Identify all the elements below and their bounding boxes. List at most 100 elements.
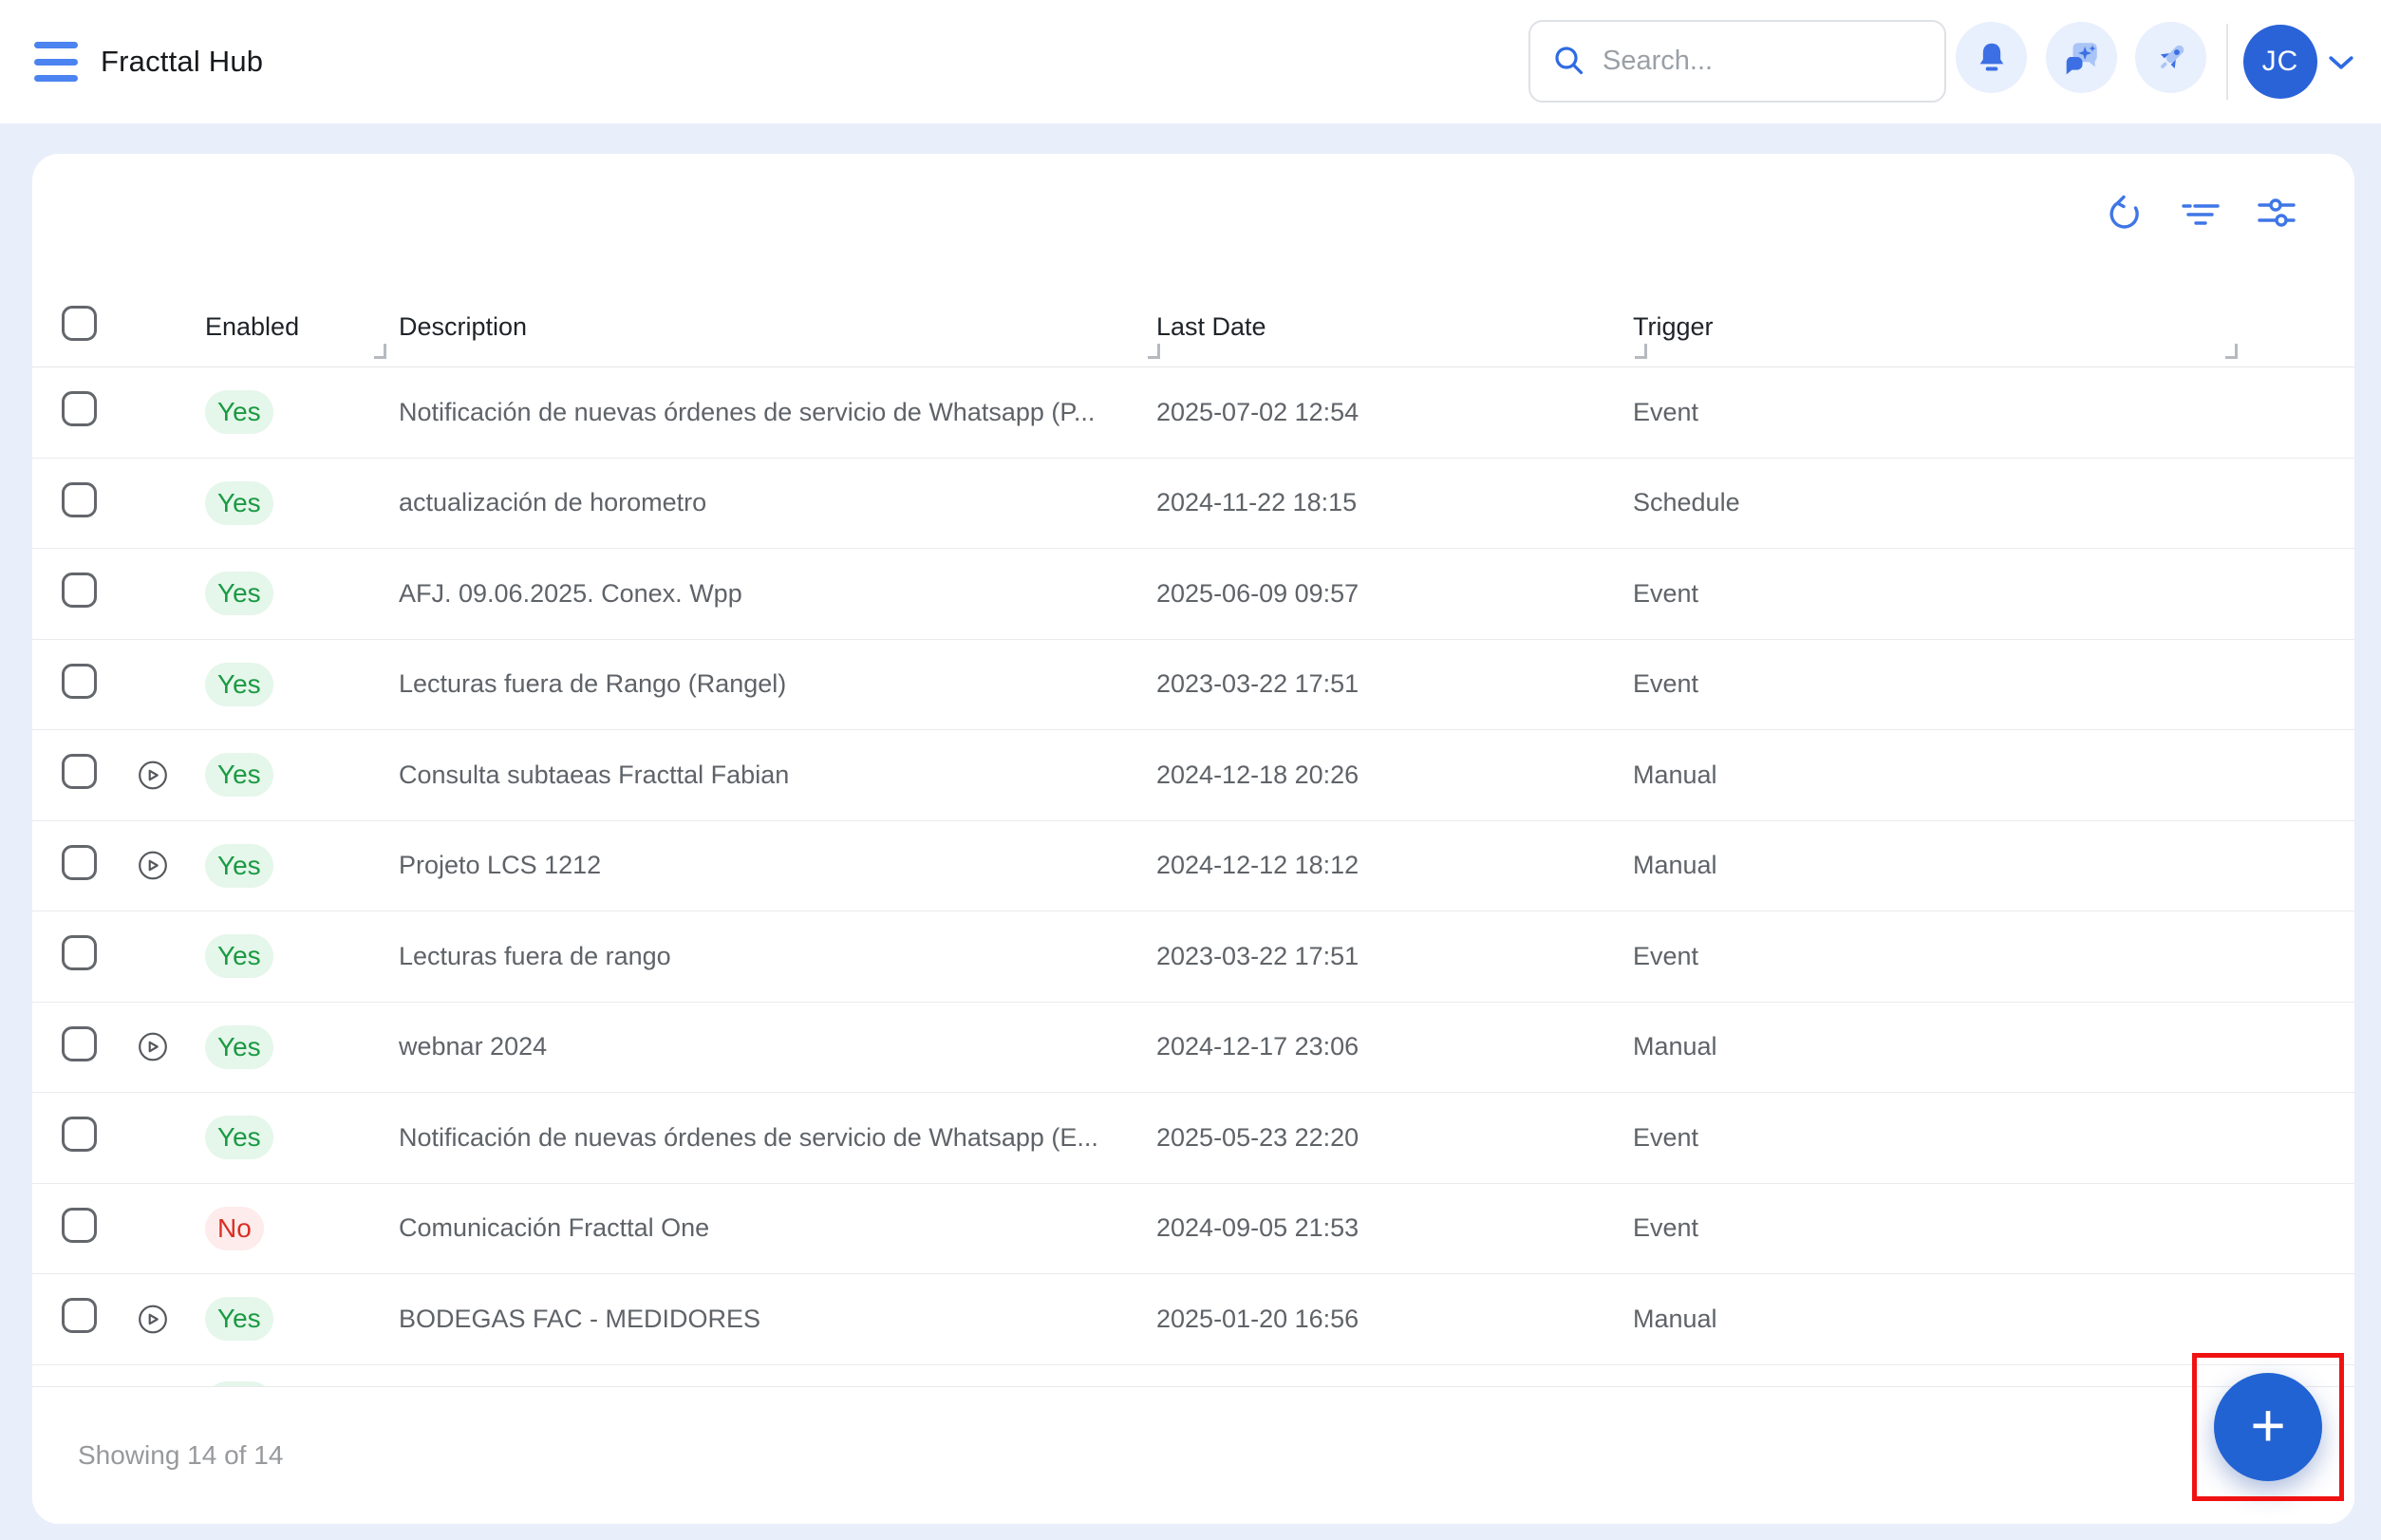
enabled-badge: Yes — [205, 1297, 273, 1342]
last-date-cell: 2024-12-18 20:26 — [1156, 760, 1359, 789]
filter-icon — [2182, 204, 2220, 225]
table-row[interactable]: Yes Consulta subtaeas Fracttal Fabian 20… — [32, 730, 2354, 821]
refresh-button[interactable] — [2104, 193, 2146, 235]
table-footer: Showing 14 of 14 — [32, 1386, 2354, 1524]
enabled-badge: Yes — [205, 390, 273, 435]
enabled-badge: Yes — [205, 843, 273, 888]
description-cell: Consulta subtaeas Fracttal Fabian — [399, 760, 790, 789]
avatar[interactable]: JC — [2243, 25, 2317, 99]
table-row[interactable]: Yes webnar 2024 2024-12-17 23:06 Manual — [32, 1003, 2354, 1093]
column-settings-button[interactable] — [2256, 193, 2297, 235]
trigger-cell: Event — [1633, 669, 1699, 699]
rocket-button[interactable] — [2135, 22, 2206, 93]
column-header-trigger[interactable]: Trigger — [1633, 312, 2354, 342]
table-body: Yes Notificación de nuevas órdenes de se… — [32, 367, 2354, 1386]
play-icon[interactable] — [138, 845, 168, 886]
trigger-cell: Manual — [1633, 1304, 1717, 1333]
description-cell: Notificación de nuevas órdenes de servic… — [399, 1122, 1098, 1152]
column-header-enabled[interactable]: Enabled — [195, 312, 399, 342]
column-header-description[interactable]: Description — [399, 312, 1156, 342]
last-date-cell: 2024-12-17 23:06 — [1156, 1032, 1359, 1061]
table-row[interactable]: Yes Lecturas fuera de Rango (Rangel) 202… — [32, 640, 2354, 730]
column-header-last-date[interactable]: Last Date — [1156, 312, 1633, 342]
enabled-badge: Yes — [205, 662, 273, 706]
trigger-cell: Manual — [1633, 851, 1717, 880]
description-cell: Notificación de nuevas órdenes de servic… — [399, 397, 1096, 426]
last-date-cell: 2024-11-22 18:15 — [1156, 488, 1358, 517]
description-cell: actualización de horometro — [399, 488, 707, 517]
table-row[interactable]: No Comunicación Fracttal One 2024-09-05 … — [32, 1184, 2354, 1274]
row-checkbox[interactable] — [62, 844, 97, 880]
add-button[interactable]: + — [2214, 1373, 2322, 1481]
card-toolbar — [2104, 193, 2297, 235]
table-row[interactable]: Yes — [32, 1365, 2354, 1386]
table-row[interactable]: Yes Projeto LCS 1212 2024-12-12 18:12 Ma… — [32, 821, 2354, 911]
row-checkbox[interactable] — [62, 663, 97, 699]
topbar-divider — [2226, 24, 2228, 100]
table-row[interactable]: Yes Notificación de nuevas órdenes de se… — [32, 367, 2354, 459]
table-row[interactable]: Yes actualización de horometro 2024-11-2… — [32, 459, 2354, 549]
description-cell: webnar 2024 — [399, 1032, 548, 1061]
trigger-cell: Event — [1633, 941, 1699, 970]
search-input[interactable] — [1603, 46, 1925, 77]
column-resize-handle[interactable] — [2225, 344, 2238, 359]
refresh-icon — [2109, 195, 2139, 229]
filter-button[interactable] — [2180, 193, 2222, 235]
trigger-cell: Event — [1633, 397, 1699, 426]
description-cell: Comunicación Fracttal One — [399, 1213, 710, 1243]
last-date-cell: 2023-03-22 17:51 — [1156, 941, 1359, 970]
last-date-cell: 2025-06-09 09:57 — [1156, 578, 1359, 608]
enabled-badge: Yes — [205, 1116, 273, 1160]
row-checkbox[interactable] — [62, 754, 97, 790]
row-checkbox[interactable] — [62, 481, 97, 517]
menu-button[interactable] — [34, 42, 80, 82]
column-resize-handle[interactable] — [1635, 344, 1647, 359]
page-title: Fracttal Hub — [101, 45, 264, 78]
plus-icon: + — [2250, 1391, 2286, 1459]
enabled-badge: Yes — [205, 572, 273, 616]
play-icon[interactable] — [138, 755, 168, 796]
sliders-icon — [2258, 198, 2296, 227]
last-date-cell: 2023-03-22 17:51 — [1156, 669, 1359, 699]
search-icon — [1555, 46, 1584, 74]
trigger-cell: Event — [1633, 1213, 1699, 1243]
search-box[interactable] — [1528, 20, 1946, 103]
table-card: Enabled Description Last Date Trigger Ye… — [32, 154, 2354, 1524]
enabled-badge: Yes — [205, 1024, 273, 1069]
table-row[interactable]: Yes BODEGAS FAC - MEDIDORES 2025-01-20 1… — [32, 1274, 2354, 1365]
table-row[interactable]: Yes Notificación de nuevas órdenes de se… — [32, 1093, 2354, 1184]
notifications-button[interactable] — [1956, 22, 2027, 93]
select-all-checkbox[interactable] — [62, 306, 97, 341]
row-checkbox[interactable] — [62, 573, 97, 609]
description-cell: Lecturas fuera de rango — [399, 941, 671, 970]
description-cell: BODEGAS FAC - MEDIDORES — [399, 1304, 761, 1333]
trigger-cell: Schedule — [1633, 488, 1740, 517]
enabled-badge: Yes — [205, 934, 273, 979]
row-checkbox[interactable] — [62, 1025, 97, 1061]
column-resize-handle[interactable] — [1148, 344, 1160, 359]
description-cell: Lecturas fuera de Rango (Rangel) — [399, 669, 787, 699]
topbar: Fracttal Hub Search... JC — [0, 0, 2381, 123]
row-checkbox[interactable] — [62, 1207, 97, 1243]
trigger-cell: Event — [1633, 1122, 1699, 1152]
play-icon[interactable] — [138, 1026, 168, 1067]
showing-count: Showing 14 of 14 — [78, 1440, 284, 1470]
rocket-icon — [2160, 45, 2184, 68]
table-row[interactable]: Yes Lecturas fuera de rango 2023-03-22 1… — [32, 911, 2354, 1003]
play-icon[interactable] — [138, 1299, 168, 1340]
chevron-down-icon[interactable] — [2328, 54, 2354, 71]
row-checkbox[interactable] — [62, 935, 97, 971]
row-checkbox[interactable] — [62, 1117, 97, 1153]
column-resize-handle[interactable] — [374, 344, 386, 359]
row-checkbox[interactable] — [62, 391, 97, 427]
last-date-cell: 2025-05-23 22:20 — [1156, 1122, 1359, 1152]
enabled-badge: Yes — [205, 480, 273, 525]
enabled-badge: No — [205, 1206, 264, 1250]
ai-chat-button[interactable] — [2046, 22, 2117, 93]
chat-sparkles-icon — [2066, 42, 2097, 74]
row-checkbox[interactable] — [62, 1298, 97, 1334]
last-date-cell: 2025-07-02 12:54 — [1156, 397, 1359, 426]
enabled-badge: Yes — [205, 753, 273, 798]
table-row[interactable]: Yes AFJ. 09.06.2025. Conex. Wpp 2025-06-… — [32, 549, 2354, 640]
trigger-cell: Manual — [1633, 1032, 1717, 1061]
